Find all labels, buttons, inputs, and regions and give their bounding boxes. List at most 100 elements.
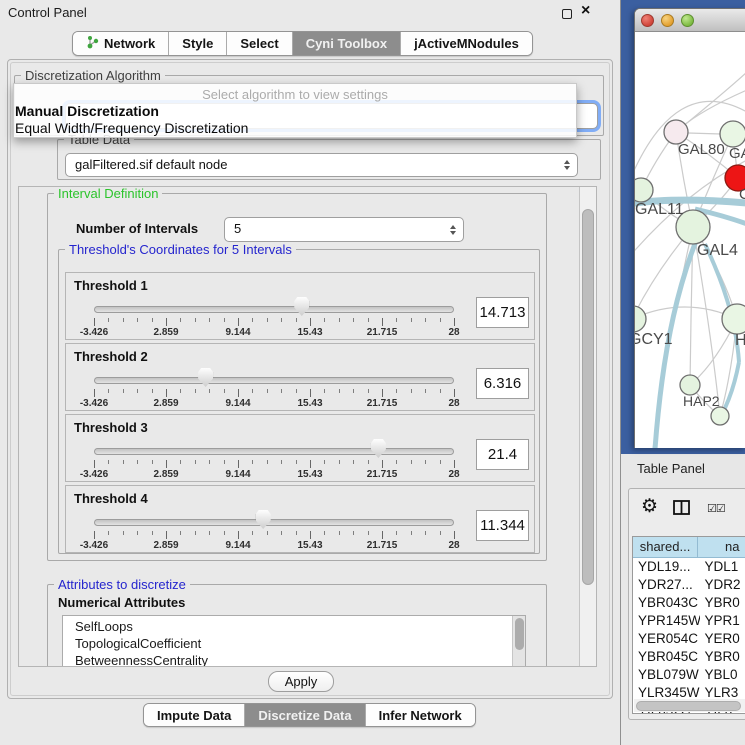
- threshold-value-field[interactable]: 21.4: [476, 439, 529, 470]
- table-panel-title: Table Panel: [637, 461, 705, 476]
- tab-jactivemnodules[interactable]: jActiveMNodules: [400, 32, 532, 55]
- table-cell: YPR1: [700, 612, 745, 630]
- slider-track[interactable]: [94, 448, 454, 455]
- slider-ticks: [94, 389, 454, 398]
- tick-label: 15.43: [297, 469, 322, 480]
- float-window-icon[interactable]: [562, 9, 572, 19]
- threshold-value-field[interactable]: 14.713: [476, 297, 529, 328]
- minimize-traffic-light-icon[interactable]: [661, 14, 674, 27]
- panel-title: Control Panel: [8, 5, 87, 20]
- tab-label: Select: [240, 36, 278, 51]
- network-node-hap2[interactable]: [680, 375, 700, 395]
- tab-infer-network[interactable]: Infer Network: [365, 704, 475, 726]
- slider-thumb[interactable]: [294, 297, 309, 316]
- tab-impute-data[interactable]: Impute Data: [144, 704, 244, 726]
- list-scrollbar[interactable]: [512, 616, 525, 666]
- column-layout-icon[interactable]: [673, 500, 690, 520]
- threshold-value-field[interactable]: 6.316: [476, 368, 529, 399]
- table-cell: YDL1: [700, 558, 745, 576]
- node-label-c: C: [739, 186, 745, 203]
- checkboxes-icon[interactable]: ☑☑: [707, 502, 725, 515]
- hscrollbar-thumb[interactable]: [636, 701, 741, 711]
- popup-option-equal-width-frequency-discretization[interactable]: Equal Width/Frequency Discretization: [15, 120, 248, 136]
- slider-thumb[interactable]: [371, 439, 386, 458]
- tick-label: 9.144: [225, 398, 250, 409]
- numerical-attributes-list[interactable]: SelfLoopsTopologicalCoefficientBetweenne…: [62, 615, 526, 667]
- table-row[interactable]: YBR043CYBR0: [633, 594, 745, 612]
- algorithm-dropdown-popup: Select algorithm to view settings Manual…: [13, 83, 577, 138]
- number-of-intervals-value: 5: [234, 221, 241, 236]
- network-node-h[interactable]: [722, 304, 745, 334]
- table-row[interactable]: YBL079WYBL0: [633, 666, 745, 684]
- table-row[interactable]: YDR27...YDR2: [633, 576, 745, 594]
- close-icon[interactable]: ×: [581, 2, 590, 20]
- tab-cyni-toolbox[interactable]: Cyni Toolbox: [292, 32, 400, 55]
- network-node-gcy1[interactable]: [635, 306, 646, 332]
- tab-select[interactable]: Select: [226, 32, 291, 55]
- popup-option-manual-discretization[interactable]: Manual Discretization: [15, 103, 159, 119]
- network-node-gal11[interactable]: [635, 178, 653, 202]
- table-cell: YPR145W: [633, 612, 700, 630]
- threshold-label: Threshold 2: [74, 349, 148, 364]
- table-cell: YER054C: [633, 630, 700, 648]
- table-hscrollbar[interactable]: [634, 699, 745, 712]
- tick-label: 21.715: [367, 540, 398, 551]
- network-window-titlebar: [635, 9, 745, 32]
- tick-label: 9.144: [225, 469, 250, 480]
- node-table[interactable]: shared...na YDL19...YDL1YDR27...YDR2YBR0…: [632, 536, 745, 714]
- tab-label: Impute Data: [157, 708, 231, 723]
- combo-arrows-icon: [564, 160, 570, 170]
- threshold-panel: Threshold 1 -3.4262.8599.14415.4321.7152…: [65, 272, 535, 340]
- column-header-1[interactable]: shared...: [633, 537, 698, 558]
- network-view[interactable]: GAL80GACGAL11GAL4GCY1HHAP2: [635, 32, 745, 448]
- slider-tick-labels: -3.4262.8599.14415.4321.71528: [94, 327, 454, 338]
- number-of-intervals-combobox[interactable]: 5: [224, 217, 464, 242]
- table-data-combobox[interactable]: galFiltered.sif default node: [65, 153, 578, 177]
- scrollbar-thumb[interactable]: [582, 209, 594, 585]
- tab-style[interactable]: Style: [168, 32, 226, 55]
- table-cell: YDL19...: [633, 558, 700, 576]
- slider-ticks: [94, 318, 454, 327]
- tick-label: 9.144: [225, 540, 250, 551]
- gear-icon[interactable]: ⚙: [641, 495, 658, 518]
- tab-discretize-data[interactable]: Discretize Data: [244, 704, 364, 726]
- table-cell: YDR2: [700, 576, 745, 594]
- tick-label: 28: [448, 327, 459, 338]
- numerical-attributes-label: Numerical Attributes: [58, 595, 185, 610]
- table-row[interactable]: YDL19...YDL1: [633, 558, 745, 576]
- zoom-traffic-light-icon[interactable]: [681, 14, 694, 27]
- attributes-group: Attributes to discretize Numerical Attri…: [47, 584, 547, 667]
- slider-track[interactable]: [94, 519, 454, 526]
- screen: Control Panel × Network Style Select Cyni T…: [0, 0, 745, 745]
- threshold-value-field[interactable]: 11.344: [476, 510, 529, 541]
- attribute-item-betweennesscentrality[interactable]: BetweennessCentrality: [75, 652, 525, 667]
- slider-track[interactable]: [94, 306, 454, 313]
- desktop-area: GAL80GACGAL11GAL4GCY1HHAP2 Table Panel ⚙…: [621, 0, 745, 745]
- attribute-item-selfloops[interactable]: SelfLoops: [75, 618, 525, 635]
- settings-scrollpane: Interval Definition Number of Intervals …: [18, 186, 597, 667]
- threshold-label: Threshold 1: [74, 278, 148, 293]
- table-row[interactable]: YBR045CYBR0: [633, 648, 745, 666]
- node-label-h: H: [735, 332, 745, 349]
- network-node[interactable]: [711, 407, 729, 425]
- slider-ticks: [94, 531, 454, 540]
- tab-label: Style: [182, 36, 213, 51]
- settings-scrollbar[interactable]: [579, 187, 596, 666]
- node-label-gal11: GAL11: [635, 201, 684, 218]
- tick-label: 2.859: [153, 540, 178, 551]
- table-row[interactable]: YPR145WYPR1: [633, 612, 745, 630]
- table-row[interactable]: YER054CYER0: [633, 630, 745, 648]
- column-header-2[interactable]: na: [698, 537, 745, 558]
- network-window[interactable]: GAL80GACGAL11GAL4GCY1HHAP2: [634, 8, 745, 448]
- close-traffic-light-icon[interactable]: [641, 14, 654, 27]
- tab-network[interactable]: Network: [73, 32, 168, 55]
- slider-track[interactable]: [94, 377, 454, 384]
- attribute-item-topologicalcoefficient[interactable]: TopologicalCoefficient: [75, 635, 525, 652]
- tick-label: -3.426: [80, 327, 108, 338]
- tick-label: -3.426: [80, 540, 108, 551]
- group-title-attributes: Attributes to discretize: [54, 577, 190, 592]
- tick-label: 2.859: [153, 327, 178, 338]
- slider-thumb[interactable]: [256, 510, 271, 529]
- slider-thumb[interactable]: [198, 368, 213, 387]
- apply-button[interactable]: Apply: [268, 671, 334, 692]
